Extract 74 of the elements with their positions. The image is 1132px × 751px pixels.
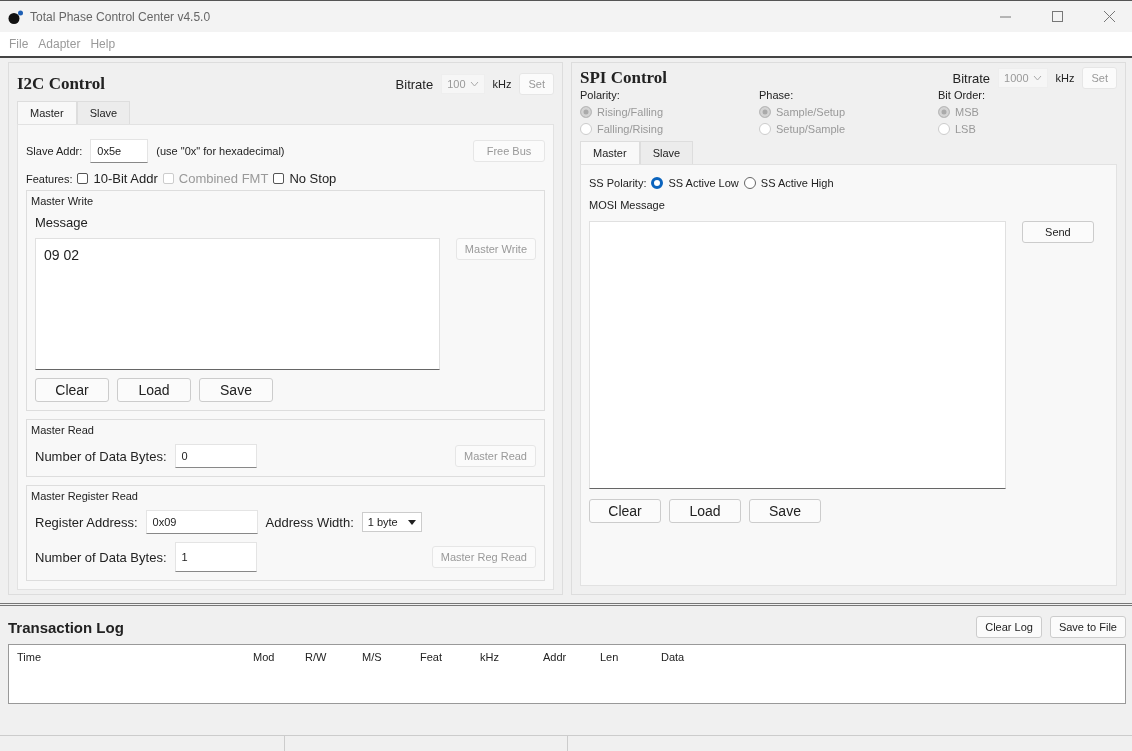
- hint-text: (use "0x" for hexadecimal): [156, 145, 285, 157]
- mosi-message-field[interactable]: [589, 221, 1006, 489]
- group-label: Phase:: [759, 89, 795, 101]
- unit-label: kHz: [1055, 72, 1075, 84]
- maximize-icon: [1051, 11, 1063, 22]
- column-header: R/W: [304, 650, 328, 663]
- panel-title: I2C Control: [17, 74, 106, 94]
- window-title: Total Phase Control Center v4.5.0: [30, 9, 212, 24]
- bitrate-label: Bitrate: [395, 76, 434, 92]
- panel-title: SPI Control: [580, 68, 669, 88]
- checkbox-label: No Stop: [289, 171, 337, 186]
- radio-button[interactable]: [651, 177, 664, 189]
- clear-button[interactable]: Clear: [35, 378, 109, 402]
- group-label: Bit Order:: [938, 89, 987, 101]
- register-address-field[interactable]: 0x09: [145, 510, 258, 534]
- load-button[interactable]: Load: [669, 499, 741, 523]
- clear-button[interactable]: Clear: [589, 499, 661, 523]
- column-header: Data: [660, 650, 686, 663]
- save-button[interactable]: Save: [199, 378, 273, 402]
- load-button[interactable]: Load: [117, 378, 191, 402]
- bytes-field[interactable]: 1: [174, 542, 257, 572]
- column-header: Len: [599, 650, 620, 663]
- chevron-icon: [1032, 75, 1042, 81]
- column-header: Time: [16, 650, 43, 663]
- column-header: Addr: [542, 650, 568, 663]
- radio-label: Setup/Sample: [776, 123, 846, 135]
- column-header: Feat: [419, 650, 443, 663]
- column-header: Mod: [252, 650, 276, 663]
- tab[interactable]: Master: [17, 101, 77, 124]
- radio-label: Sample/Setup: [776, 106, 846, 118]
- radio-label: Rising/Falling: [597, 106, 664, 118]
- group-title: Master Register Read: [31, 490, 139, 502]
- send-button[interactable]: Send: [1021, 221, 1094, 243]
- bitrate-label: Bitrate: [952, 70, 991, 86]
- checkbox[interactable]: [77, 173, 89, 184]
- radio-label: LSB: [955, 123, 976, 135]
- tab[interactable]: Slave: [76, 101, 131, 124]
- address-width-dropdown[interactable]: 1 byte: [361, 512, 422, 532]
- mosi-message-label: MOSI Message: [589, 199, 666, 211]
- app-logo-icon: [8, 9, 24, 24]
- radio-label: SS Active High: [760, 177, 834, 189]
- tab[interactable]: Master: [580, 141, 640, 164]
- address-width-label: Address Width:: [265, 514, 354, 530]
- bytes-field[interactable]: 0: [174, 444, 257, 468]
- checkbox-label: Combined FMT: [178, 171, 269, 186]
- close-icon: [1103, 11, 1115, 22]
- log-title: Transaction Log: [8, 618, 125, 636]
- group-title: Master Read: [31, 424, 95, 436]
- bytes-label: Number of Data Bytes:: [35, 549, 167, 565]
- clear-log-button[interactable]: Clear Log: [976, 616, 1042, 638]
- group-title: Master Write: [31, 195, 95, 207]
- register-address-label: Register Address:: [35, 514, 138, 530]
- slave-addr-label: Slave Addr:: [26, 145, 83, 157]
- bytes-label: Number of Data Bytes:: [35, 448, 167, 464]
- features-label: Features:: [26, 172, 73, 185]
- column-header: M/S: [361, 650, 383, 663]
- tab[interactable]: Slave: [639, 141, 694, 164]
- column-header: kHz: [479, 650, 500, 663]
- ss-polarity-label: SS Polarity:: [589, 177, 647, 189]
- radio-label: Falling/Rising: [597, 123, 664, 135]
- unit-label: kHz: [492, 78, 512, 90]
- radio-label: MSB: [955, 106, 979, 118]
- save-to-file-button[interactable]: Save to File: [1049, 616, 1126, 638]
- checkbox-label: 10-Bit Addr: [93, 171, 158, 186]
- dropdown-arrow-icon: [407, 519, 416, 525]
- chevron-icon: [469, 81, 479, 87]
- radio-label: SS Active Low: [668, 177, 739, 189]
- message-field[interactable]: 09 02: [35, 238, 440, 370]
- message-label: Message: [35, 215, 89, 230]
- group-label: Polarity:: [580, 89, 621, 101]
- radio-button[interactable]: [743, 177, 756, 189]
- slave-addr-field[interactable]: 0x5e: [90, 139, 149, 163]
- save-button[interactable]: Save: [749, 499, 821, 523]
- checkbox[interactable]: [273, 173, 285, 184]
